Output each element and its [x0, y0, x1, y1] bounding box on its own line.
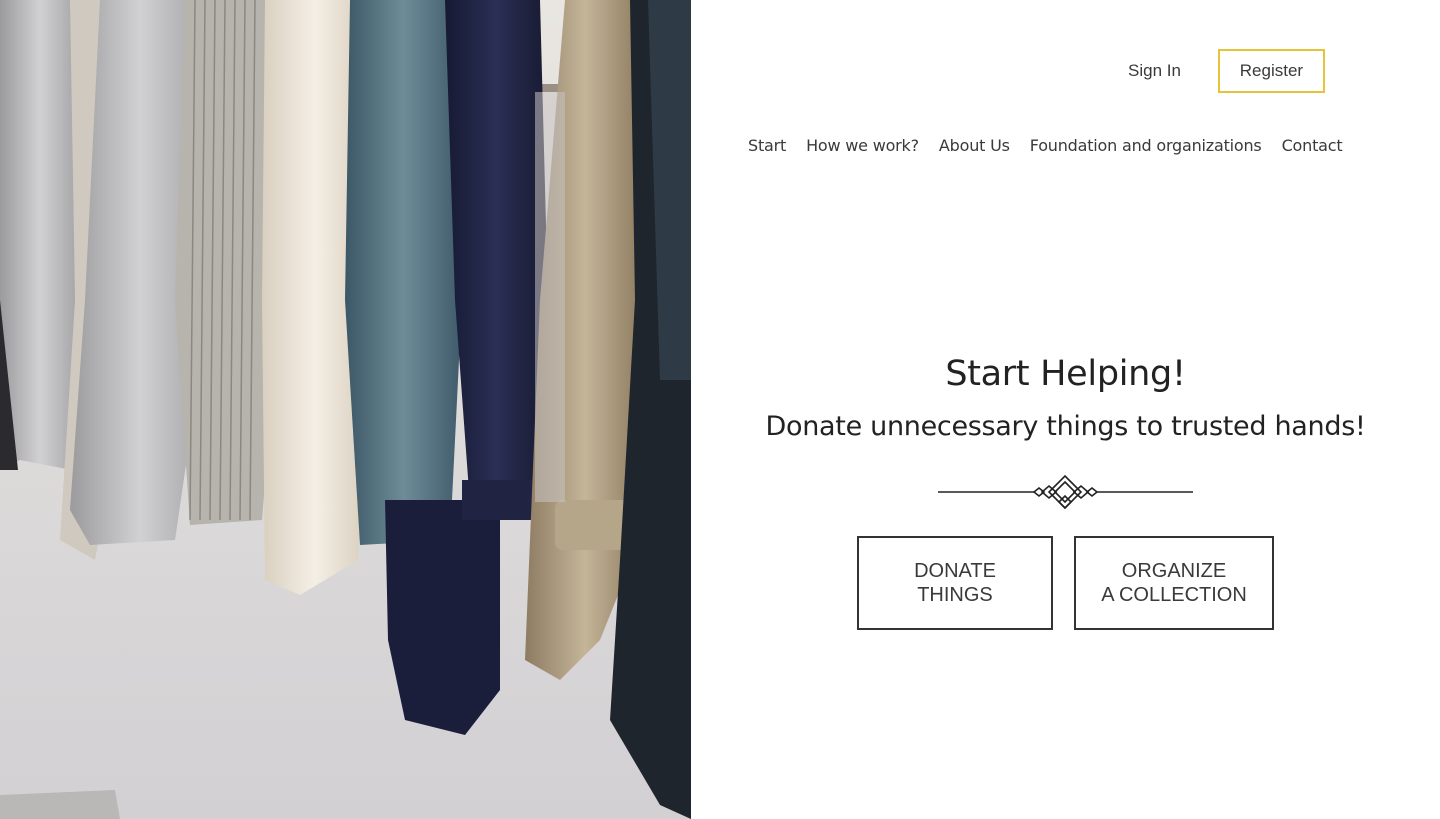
donate-things-button[interactable]: DONATE THINGS	[857, 536, 1053, 630]
nav-item-contact[interactable]: Contact	[1272, 134, 1353, 158]
nav-item-foundations[interactable]: Foundation and organizations	[1020, 134, 1272, 158]
main-nav: Start How we work? About Us Foundation a…	[738, 134, 1352, 158]
nav-item-about-us[interactable]: About Us	[929, 134, 1020, 158]
organize-collection-button[interactable]: ORGANIZE A COLLECTION	[1074, 536, 1274, 630]
ornament-divider-icon	[938, 474, 1193, 510]
organize-button-line1: ORGANIZE	[1121, 560, 1227, 582]
hero-photo	[0, 0, 691, 819]
donate-button-line2: THINGS	[917, 584, 993, 606]
nav-item-start[interactable]: Start	[738, 134, 796, 158]
hero-subtitle: Donate unnecessary things to trusted han…	[765, 411, 1366, 442]
nav-item-how-we-work[interactable]: How we work?	[796, 134, 929, 158]
donate-button-line1: DONATE	[914, 560, 996, 582]
hero-text: Start Helping! Donate unnecessary things…	[691, 350, 1440, 445]
register-button[interactable]: Register	[1217, 49, 1325, 93]
auth-bar: Sign In Register	[1108, 49, 1325, 93]
clothes-rack-illustration	[0, 0, 691, 819]
sign-in-link[interactable]: Sign In	[1108, 49, 1201, 93]
organize-button-line2: A COLLECTION	[1101, 584, 1247, 606]
cta-row: DONATE THINGS ORGANIZE A COLLECTION	[857, 536, 1274, 630]
hero-title: Start Helping!	[945, 354, 1186, 394]
